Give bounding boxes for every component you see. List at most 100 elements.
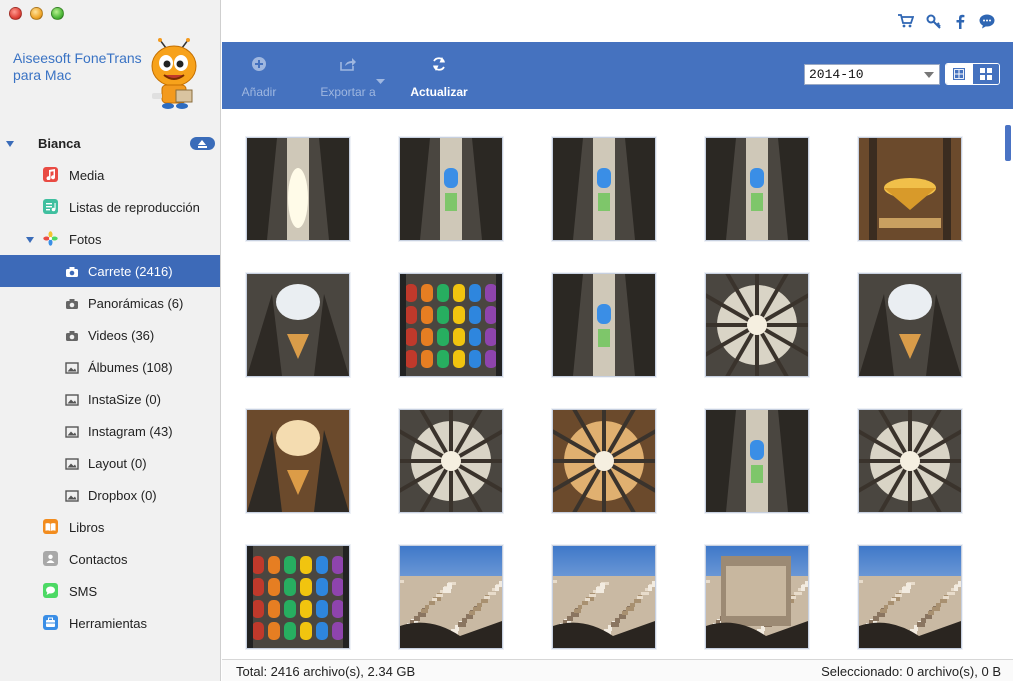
status-selected: Seleccionado: 0 archivo(s), 0 B: [821, 664, 1001, 679]
sidebar-item-albums[interactable]: Álbumes (108): [0, 351, 220, 383]
sidebar-item-books[interactable]: Libros: [0, 511, 220, 543]
album-icon: [64, 488, 79, 503]
zoom-window-button[interactable]: [51, 7, 64, 20]
playlist-icon: [43, 199, 58, 214]
photo-thumbnail[interactable]: [858, 545, 962, 649]
photo-thumbnail[interactable]: [858, 273, 962, 377]
add-button[interactable]: Añadir: [236, 54, 282, 99]
photo-image: [553, 274, 655, 376]
album-icon: [64, 392, 79, 407]
photo-image: [859, 410, 961, 512]
photo-image: [706, 410, 808, 512]
photo-thumbnail[interactable]: [552, 137, 656, 241]
photo-thumbnail[interactable]: [246, 409, 350, 513]
photo-image: [859, 138, 961, 240]
eject-icon[interactable]: [190, 137, 215, 150]
app-brand: Aiseesoft FoneTrans para Mac: [13, 50, 153, 84]
sidebar-item-label: Layout (0): [88, 455, 147, 471]
sidebar-item-playlists[interactable]: Listas de reproducción: [0, 191, 220, 223]
add-icon: [236, 54, 282, 74]
camera-icon: [64, 328, 79, 343]
photo-thumbnail[interactable]: [858, 137, 962, 241]
photo-thumbnail[interactable]: [705, 137, 809, 241]
photo-image: [859, 274, 961, 376]
sidebar-item-label: Listas de reproducción: [69, 199, 200, 215]
brand-line-1: Aiseesoft FoneTrans: [13, 50, 142, 66]
sidebar-item-label: InstaSize (0): [88, 391, 161, 407]
photo-image: [400, 546, 502, 648]
brand-line-2: para Mac: [13, 67, 72, 83]
photo-thumbnail[interactable]: [705, 545, 809, 649]
view-toggle: [945, 63, 1000, 85]
sidebar-item-label: Herramientas: [69, 615, 148, 631]
album-icon: [64, 456, 79, 471]
photos-icon: [43, 231, 58, 246]
music-icon: [43, 167, 58, 182]
photo-image: [706, 274, 808, 376]
photo-thumbnail[interactable]: [399, 409, 503, 513]
chevron-down-icon: [924, 72, 934, 78]
photo-thumbnail[interactable]: [246, 545, 350, 649]
photo-thumbnail[interactable]: [246, 273, 350, 377]
refresh-button[interactable]: Actualizar: [408, 54, 470, 99]
feedback-chat-icon[interactable]: [979, 13, 995, 29]
small-grid-view-button[interactable]: [972, 64, 999, 84]
status-bar: Total: 2416 archivo(s), 2.34 GB Seleccio…: [222, 659, 1013, 681]
refresh-icon: [408, 54, 470, 74]
sidebar-item-label: Dropbox (0): [88, 487, 157, 503]
close-window-button[interactable]: [9, 7, 22, 20]
cart-icon[interactable]: [898, 13, 914, 29]
photo-thumbnail[interactable]: [246, 137, 350, 241]
photo-thumbnail[interactable]: [399, 273, 503, 377]
sidebar-item-instagram[interactable]: Instagram (43): [0, 415, 220, 447]
photo-image: [400, 410, 502, 512]
date-filter-value: 2014-10: [809, 67, 864, 82]
mascot-logo-icon: [151, 38, 197, 109]
export-button[interactable]: Exportar a: [312, 54, 385, 99]
device-bianca[interactable]: Bianca: [0, 127, 220, 159]
photo-thumbnail[interactable]: [552, 409, 656, 513]
photo-image: [553, 138, 655, 240]
sidebar-item-videos[interactable]: Videos (36): [0, 319, 220, 351]
chevron-down-icon: [376, 79, 385, 84]
add-label: Añadir: [241, 85, 277, 99]
photo-image: [400, 274, 502, 376]
photo-thumbnail[interactable]: [858, 409, 962, 513]
photo-image: [706, 138, 808, 240]
sidebar-item-dropbox[interactable]: Dropbox (0): [0, 479, 220, 511]
toolbar: Añadir Exportar a Actualizar 2014-10: [222, 42, 1013, 109]
sidebar-item-media[interactable]: Media: [0, 159, 220, 191]
contacts-icon: [43, 551, 58, 566]
sidebar-item-panoramas[interactable]: Panorámicas (6): [0, 287, 220, 319]
sidebar-item-label: Fotos: [69, 231, 102, 247]
sidebar-item-tools[interactable]: Herramientas: [0, 607, 220, 639]
scrollbar-thumb[interactable]: [1005, 125, 1011, 161]
sms-icon: [43, 583, 58, 598]
camera-icon: [64, 264, 79, 279]
sidebar-item-camera-roll[interactable]: Carrete (2416): [0, 255, 220, 287]
key-icon[interactable]: [925, 13, 941, 29]
device-tree: Bianca Media Listas de reproducción Foto…: [0, 127, 220, 639]
photo-image: [400, 138, 502, 240]
date-filter-select[interactable]: 2014-10: [804, 64, 940, 85]
large-grid-view-button[interactable]: [946, 64, 973, 84]
photo-thumbnail[interactable]: [705, 409, 809, 513]
photo-thumbnail[interactable]: [705, 273, 809, 377]
sidebar-item-label: Libros: [69, 519, 105, 535]
disclosure-triangle-icon[interactable]: [6, 141, 14, 147]
sidebar-item-photos[interactable]: Fotos: [0, 223, 220, 255]
scrollbar-track[interactable]: [1002, 110, 1013, 658]
facebook-icon[interactable]: [952, 13, 968, 29]
photo-thumbnail[interactable]: [552, 545, 656, 649]
photo-thumbnail[interactable]: [399, 545, 503, 649]
tools-icon: [43, 615, 58, 630]
sidebar-item-sms[interactable]: SMS: [0, 575, 220, 607]
camera-icon: [64, 296, 79, 311]
sidebar-item-layout[interactable]: Layout (0): [0, 447, 220, 479]
photo-thumbnail[interactable]: [399, 137, 503, 241]
sidebar-item-contacts[interactable]: Contactos: [0, 543, 220, 575]
minimize-window-button[interactable]: [30, 7, 43, 20]
photo-thumbnail[interactable]: [552, 273, 656, 377]
sidebar-item-instasize[interactable]: InstaSize (0): [0, 383, 220, 415]
disclosure-triangle-icon[interactable]: [26, 237, 34, 243]
